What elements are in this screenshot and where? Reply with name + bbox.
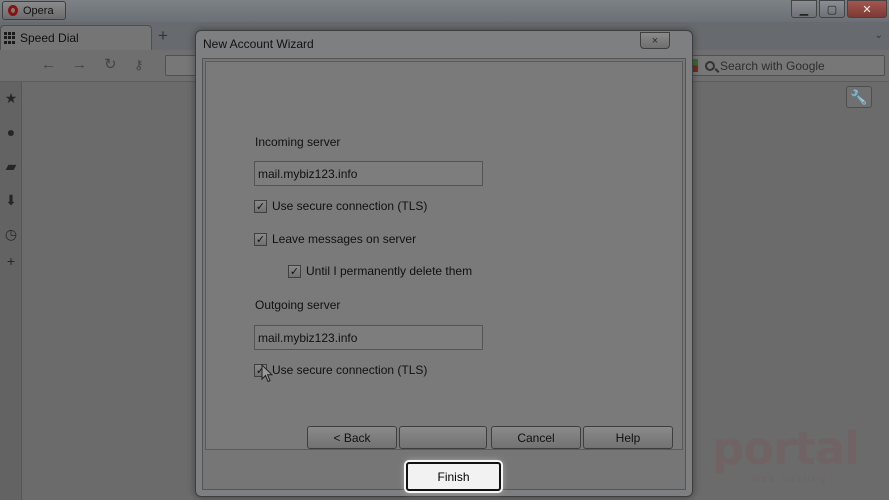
opera-menu-button[interactable]: Opera: [2, 1, 66, 20]
incoming-server-input[interactable]: mail.mybiz123.info: [254, 161, 483, 186]
back-button[interactable]: < Back: [307, 426, 397, 449]
finish-button[interactable]: Finish: [406, 462, 501, 491]
minimize-button[interactable]: ▁: [791, 0, 817, 18]
contacts-icon[interactable]: ●: [4, 125, 18, 139]
outgoing-tls-label: Use secure connection (TLS): [272, 363, 428, 377]
reload-icon[interactable]: ↻: [104, 57, 117, 73]
outgoing-server-input[interactable]: mail.mybiz123.info: [254, 325, 483, 350]
back-arrow-icon[interactable]: ←: [41, 57, 56, 73]
tab-menu-chevron-icon[interactable]: ⌄: [875, 30, 883, 41]
until-deleted-option[interactable]: ✓ Until I permanently delete them: [288, 264, 472, 278]
wizard-page-panel: [205, 61, 683, 450]
watermark-logo: portal: [712, 422, 860, 475]
downloads-icon[interactable]: ⬇: [4, 193, 18, 207]
history-clock-icon[interactable]: ◷: [4, 227, 18, 241]
dialog-title: New Account Wizard: [203, 37, 314, 51]
bookmarks-star-icon[interactable]: ★: [4, 91, 18, 105]
title-bar: Opera ▁ ▢ ✕: [0, 0, 889, 22]
leave-messages-option[interactable]: ✓ Leave messages on server: [254, 232, 416, 246]
window-controls: ▁ ▢ ✕: [791, 0, 887, 18]
incoming-tls-checkbox[interactable]: ✓: [254, 199, 267, 213]
search-placeholder: Search with Google: [720, 58, 825, 73]
incoming-server-label: Incoming server: [255, 135, 341, 149]
watermark-tagline: web hosting: [752, 474, 828, 485]
outgoing-tls-option[interactable]: ✓ Use secure connection (TLS): [254, 363, 427, 377]
opera-menu-label: Opera: [23, 4, 54, 17]
finish-button-slot: [399, 426, 487, 449]
opera-logo-icon: [8, 5, 18, 16]
forward-arrow-icon[interactable]: →: [72, 57, 87, 73]
speed-dial-grid-icon: [4, 32, 16, 44]
leave-messages-checkbox[interactable]: ✓: [254, 232, 267, 246]
close-window-button[interactable]: ✕: [847, 0, 887, 18]
tab-speed-dial[interactable]: Speed Dial: [0, 25, 152, 50]
cancel-button[interactable]: Cancel: [491, 426, 581, 449]
search-icon: [705, 60, 715, 71]
incoming-tls-option[interactable]: ✓ Use secure connection (TLS): [254, 199, 427, 213]
until-deleted-checkbox[interactable]: ✓: [288, 264, 301, 278]
incoming-tls-label: Use secure connection (TLS): [272, 199, 428, 213]
wrench-icon[interactable]: 🔧: [846, 86, 872, 108]
help-button[interactable]: Help: [583, 426, 673, 449]
mouse-pointer-icon: [261, 364, 273, 383]
outgoing-server-label: Outgoing server: [255, 298, 341, 312]
search-field[interactable]: Search with Google: [686, 55, 885, 76]
key-icon[interactable]: ⚷: [134, 57, 144, 73]
notes-icon[interactable]: ▰: [4, 159, 18, 173]
new-tab-button[interactable]: +: [158, 27, 168, 45]
tab-label: Speed Dial: [20, 31, 79, 45]
until-deleted-label: Until I permanently delete them: [306, 264, 473, 278]
dialog-close-button[interactable]: ×: [640, 32, 670, 49]
add-panel-icon[interactable]: +: [4, 254, 18, 268]
side-panel: ★ ● ▰ ⬇ ◷ +: [0, 82, 22, 500]
leave-messages-label: Leave messages on server: [272, 232, 417, 246]
maximize-button[interactable]: ▢: [819, 0, 845, 18]
